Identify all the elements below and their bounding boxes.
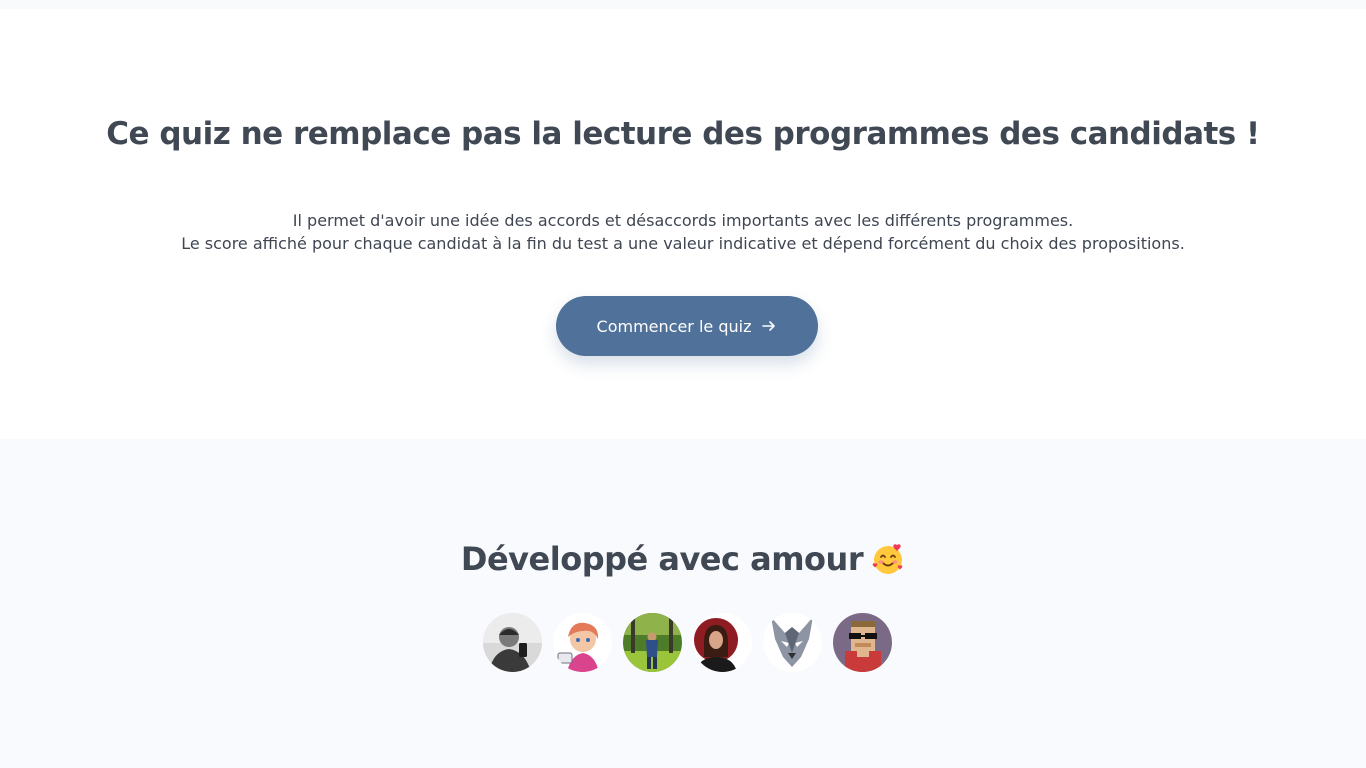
intro-description: Il permet d'avoir une idée des accords e… <box>0 209 1366 255</box>
credits-title: Développé avec amour <box>0 540 1366 578</box>
smiling-face-with-hearts-icon <box>871 542 905 576</box>
page-title: Ce quiz ne remplace pas la lecture des p… <box>106 116 1260 152</box>
start-quiz-button[interactable]: Commencer le quiz <box>556 296 818 356</box>
contributors-list <box>483 613 892 672</box>
intro-section: Ce quiz ne remplace pas la lecture des p… <box>0 9 1366 439</box>
credits-section: Développé avec amour <box>0 439 1366 768</box>
description-line-2: Le score affiché pour chaque candidat à … <box>181 234 1185 253</box>
avatar-6[interactable] <box>833 613 892 672</box>
arrow-right-icon <box>761 318 777 334</box>
credits-title-text: Développé avec amour <box>460 540 864 578</box>
avatar-3[interactable] <box>623 613 682 672</box>
avatar-2[interactable] <box>553 613 612 672</box>
top-strip <box>0 0 1366 9</box>
start-quiz-label: Commencer le quiz <box>596 316 752 336</box>
avatar-5[interactable] <box>763 613 822 672</box>
description-line-1: Il permet d'avoir une idée des accords e… <box>292 211 1074 230</box>
avatar-4[interactable] <box>693 613 752 672</box>
avatar-1[interactable] <box>483 613 542 672</box>
